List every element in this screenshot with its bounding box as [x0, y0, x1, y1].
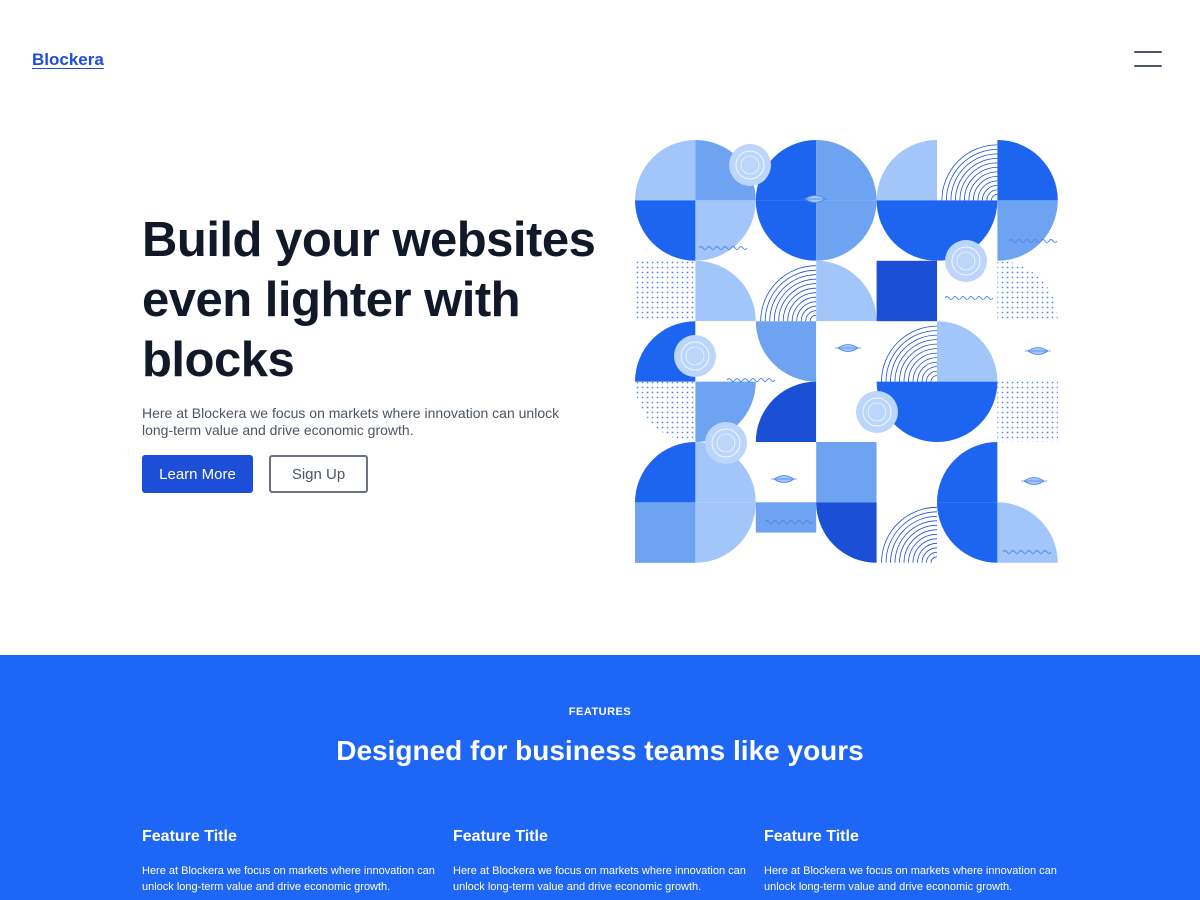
- feature-description: Here at Blockera we focus on markets whe…: [142, 865, 435, 893]
- feature-description: Here at Blockera we focus on markets whe…: [453, 865, 746, 893]
- features-eyebrow: FEATURES: [568, 706, 632, 718]
- feature-card: Feature Title Here at Blockera we focus …: [142, 827, 442, 895]
- learn-more-button[interactable]: Learn More: [142, 455, 253, 493]
- sign-up-button[interactable]: Sign Up: [269, 455, 368, 493]
- geometric-pattern-illustration: [635, 140, 1058, 563]
- feature-card: Feature Title Here at Blockera we focus …: [453, 827, 753, 895]
- hamburger-menu-icon[interactable]: [1132, 48, 1164, 72]
- site-header: Blockera: [0, 0, 1200, 120]
- features-section: FEATURES Designed for business teams lik…: [0, 655, 1200, 900]
- hero-subtitle: Here at Blockera we focus on markets whe…: [142, 405, 560, 438]
- feature-title: Feature Title: [142, 828, 237, 845]
- feature-title: Feature Title: [453, 828, 548, 845]
- features-heading: Designed for business teams like yours: [336, 735, 864, 766]
- logo-link[interactable]: Blockera: [32, 50, 104, 70]
- feature-description: Here at Blockera we focus on markets whe…: [764, 865, 1057, 893]
- feature-card: Feature Title Here at Blockera we focus …: [764, 827, 1064, 895]
- hero-title: Build your websites even lighter with bl…: [142, 213, 596, 387]
- feature-title: Feature Title: [764, 828, 859, 845]
